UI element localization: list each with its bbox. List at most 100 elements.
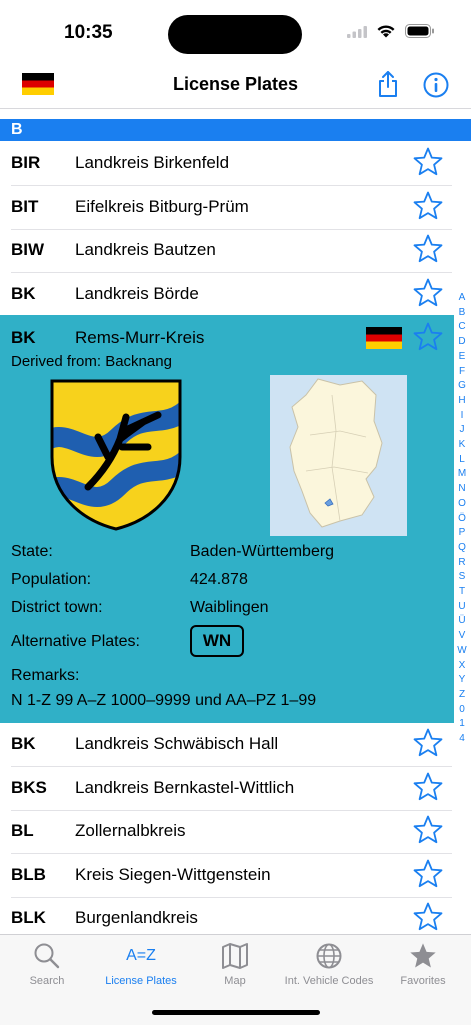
index-letter[interactable]: L	[459, 453, 465, 468]
index-letter[interactable]: W	[457, 644, 466, 659]
index-letter[interactable]: K	[459, 438, 466, 453]
list-item[interactable]: BKS Landkreis Bernkastel-Wittlich	[0, 767, 452, 810]
germany-flag-icon	[366, 327, 402, 349]
index-letter[interactable]: 0	[459, 703, 465, 718]
index-letter[interactable]: Ö	[458, 512, 466, 527]
star-icon[interactable]	[412, 321, 444, 358]
a-z-icon: A=Z	[126, 947, 156, 964]
district-name: Landkreis Bautzen	[75, 240, 216, 259]
list-item[interactable]: BK Landkreis Schwäbisch Hall	[0, 723, 452, 766]
tab-map[interactable]: Map	[188, 935, 282, 987]
star-icon[interactable]	[412, 814, 444, 851]
district-map	[270, 375, 407, 536]
plate-code: BIT	[11, 197, 39, 216]
plate-code: BL	[11, 821, 34, 840]
tab-license-plates[interactable]: A=Z License Plates	[94, 935, 188, 987]
page-title: License Plates	[172, 74, 299, 94]
index-letter[interactable]: 4	[459, 732, 465, 747]
state-value: Baden-Württemberg	[190, 543, 335, 560]
tab-int-vehicle-codes[interactable]: Int. Vehicle Codes	[282, 935, 376, 987]
index-letter[interactable]: I	[461, 409, 464, 424]
district-name: Landkreis Börde	[75, 284, 199, 303]
star-icon[interactable]	[412, 858, 444, 895]
alphabet-index[interactable]: A B C D E F G H I J K L M N O Ö P Q R S …	[455, 291, 469, 747]
index-letter[interactable]: N	[458, 482, 465, 497]
list-item[interactable]: BIT Eifelkreis Bitburg-Prüm	[0, 186, 452, 229]
index-letter[interactable]: S	[459, 570, 466, 585]
info-icon[interactable]	[423, 72, 449, 103]
plate-code: BLK	[11, 908, 46, 927]
plate-code: BK	[11, 328, 36, 347]
population-value: 424.878	[190, 571, 248, 588]
list-item[interactable]: BL Zollernalbkreis	[0, 810, 452, 853]
index-letter[interactable]: R	[458, 556, 465, 571]
star-icon[interactable]	[412, 901, 444, 934]
list-item[interactable]: BIR Landkreis Birkenfeld	[0, 142, 452, 185]
index-letter[interactable]: A	[459, 291, 466, 306]
tab-label: Search	[29, 975, 65, 987]
index-letter[interactable]: Z	[459, 688, 465, 703]
index-letter[interactable]: Q	[458, 541, 466, 556]
index-letter[interactable]: G	[458, 379, 466, 394]
index-letter[interactable]: D	[458, 335, 465, 350]
tab-label: Favorites	[400, 975, 446, 987]
tab-label: License Plates	[105, 975, 177, 987]
index-letter[interactable]: O	[458, 497, 466, 512]
plate-code: BK	[11, 284, 36, 303]
index-letter[interactable]: M	[458, 467, 466, 482]
star-icon[interactable]	[412, 146, 444, 183]
navigation-bar: License Plates	[0, 62, 471, 109]
section-header: B	[0, 119, 471, 141]
population-label: Population:	[11, 571, 92, 588]
alternative-plates-label: Alternative Plates:	[11, 633, 140, 650]
remarks-text: N 1-Z 99 A–Z 1000–9999 und AA–PZ 1–99	[11, 692, 317, 709]
remarks-label: Remarks:	[11, 667, 80, 684]
index-letter[interactable]: F	[459, 365, 465, 380]
index-letter[interactable]: P	[459, 526, 466, 541]
tab-search[interactable]: Search	[0, 935, 94, 987]
star-icon[interactable]	[412, 277, 444, 314]
list-item[interactable]: BK Landkreis Börde	[0, 273, 452, 316]
index-letter[interactable]: T	[459, 585, 465, 600]
star-icon[interactable]	[412, 233, 444, 270]
district-name: Rems-Murr-Kreis	[75, 328, 205, 347]
index-letter[interactable]: Y	[459, 673, 466, 688]
index-letter[interactable]: 1	[459, 717, 465, 732]
list-item[interactable]: BLK Burgenlandkreis	[0, 897, 452, 934]
plate-code: BIW	[11, 240, 45, 259]
tab-label: Int. Vehicle Codes	[284, 975, 374, 987]
star-icon[interactable]	[412, 190, 444, 227]
star-icon[interactable]	[412, 727, 444, 764]
share-icon[interactable]	[376, 70, 400, 103]
index-letter[interactable]: U	[458, 600, 465, 615]
state-label: State:	[11, 543, 53, 560]
district-name: Eifelkreis Bitburg-Prüm	[75, 197, 249, 216]
index-letter[interactable]: H	[458, 394, 465, 409]
dynamic-island	[168, 15, 302, 54]
wifi-icon	[376, 24, 396, 43]
plate-code: BLB	[11, 865, 46, 884]
district-name: Kreis Siegen-Wittgenstein	[75, 865, 271, 884]
index-letter[interactable]: J	[460, 423, 465, 438]
tab-label: Map	[224, 975, 246, 987]
list-item[interactable]: BIW Landkreis Bautzen	[0, 229, 452, 272]
map-icon	[188, 941, 282, 971]
list-item[interactable]: BLB Kreis Siegen-Wittgenstein	[0, 854, 452, 897]
alternative-plate-badge[interactable]: WN	[190, 625, 244, 657]
coat-of-arms-icon	[48, 377, 184, 538]
search-icon	[0, 941, 94, 971]
index-letter[interactable]: V	[459, 629, 466, 644]
index-letter[interactable]: Ü	[458, 614, 465, 629]
index-letter[interactable]: B	[459, 306, 466, 321]
expanded-detail[interactable]: BK Rems-Murr-Kreis Derived from: Backnan…	[0, 315, 454, 723]
index-letter[interactable]: X	[459, 659, 466, 674]
district-name: Burgenlandkreis	[75, 908, 198, 927]
home-indicator	[152, 1010, 320, 1015]
star-filled-icon	[376, 941, 470, 971]
tab-favorites[interactable]: Favorites	[376, 935, 470, 987]
star-icon[interactable]	[412, 771, 444, 808]
index-letter[interactable]: C	[458, 320, 465, 335]
district-town-value: Waiblingen	[190, 599, 269, 616]
status-icons	[347, 24, 435, 43]
index-letter[interactable]: E	[459, 350, 466, 365]
